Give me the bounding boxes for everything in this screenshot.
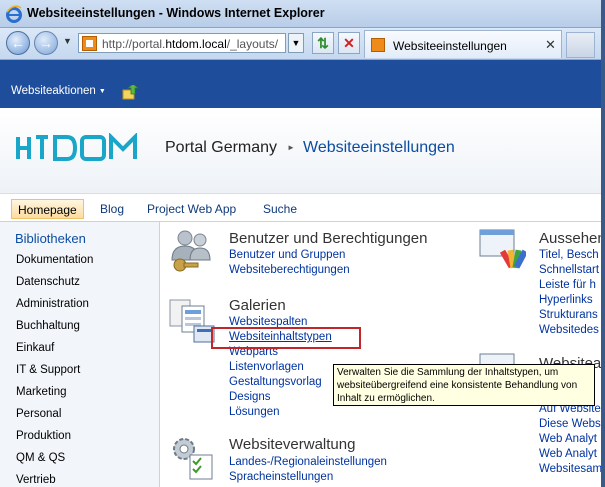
site-actions-menu[interactable]: Websiteaktionen ▼ xyxy=(11,85,106,97)
tab-homepage[interactable]: Homepage xyxy=(11,199,84,219)
quick-launch-item[interactable]: Einkauf xyxy=(16,342,54,354)
refresh-button[interactable]: ⇅ xyxy=(312,32,334,54)
back-arrow-icon: ← xyxy=(11,35,25,51)
site-favicon-icon xyxy=(82,36,97,51)
link-regional-settings[interactable]: Landes-/Regionaleinstellungen xyxy=(229,456,387,468)
stop-button[interactable]: ✕ xyxy=(338,32,360,54)
tab-favicon-icon xyxy=(371,38,385,52)
quick-launch-item[interactable]: Datenschutz xyxy=(16,276,80,288)
quick-launch-item[interactable]: Produktion xyxy=(16,430,71,442)
right-column: Aussehen Titel, Besch Schnellstart Leist… xyxy=(530,222,605,487)
quick-launch-item[interactable]: Personal xyxy=(16,408,61,420)
address-dropdown-button[interactable]: ▼ xyxy=(288,33,304,53)
quick-launch-item[interactable]: Marketing xyxy=(16,386,67,398)
back-button[interactable]: ← xyxy=(6,31,30,55)
link-tree-view[interactable]: Strukturans xyxy=(539,309,598,321)
top-navigation: Homepage Blog Project Web App Suche xyxy=(0,194,605,222)
link-site-theme[interactable]: Websitedes xyxy=(539,324,599,336)
link-title-description[interactable]: Titel, Besch xyxy=(539,249,599,261)
link-themes[interactable]: Designs xyxy=(229,391,271,403)
quick-launch-heading[interactable]: Bibliotheken xyxy=(15,231,86,246)
site-logo[interactable] xyxy=(15,133,150,163)
tab-blog[interactable]: Blog xyxy=(94,199,130,219)
site-administration-icon xyxy=(173,438,213,480)
link-master-pages[interactable]: Gestaltungsvorlag xyxy=(229,376,322,388)
forward-button[interactable]: → xyxy=(34,31,58,55)
sharepoint-ribbon-bar xyxy=(0,60,605,108)
breadcrumb-separator-icon: ► xyxy=(287,143,295,152)
new-tab-button[interactable] xyxy=(566,32,595,58)
chevron-down-icon: ▼ xyxy=(98,88,106,95)
galleries-icon xyxy=(169,299,215,343)
link-site-permissions[interactable]: Websiteberechtigungen xyxy=(229,264,350,276)
quick-launch-item[interactable]: IT & Support xyxy=(16,364,80,376)
link-site-action-3[interactable]: Web Analyt xyxy=(539,433,597,445)
users-permissions-icon xyxy=(171,230,211,272)
navigate-up-icon[interactable] xyxy=(122,85,139,100)
quick-launch-item[interactable]: QM & QS xyxy=(16,452,65,464)
tab-project-web-app[interactable]: Project Web App xyxy=(141,199,242,219)
quick-launch-item[interactable]: Administration xyxy=(16,298,89,310)
history-dropdown-icon[interactable]: ▼ xyxy=(63,36,72,46)
link-site-action-2[interactable]: Diese Websi xyxy=(539,418,603,430)
link-top-link-bar[interactable]: Leiste für h xyxy=(539,279,596,291)
link-quick-launch[interactable]: Schnellstart xyxy=(539,264,599,276)
breadcrumb-site-link[interactable]: Portal Germany xyxy=(165,139,277,157)
section-title-look-and-feel: Aussehen xyxy=(539,230,605,247)
highlight-box xyxy=(211,327,361,349)
link-site-action-5[interactable]: Websitesam xyxy=(539,463,602,475)
stop-icon: ✕ xyxy=(343,35,355,51)
section-title-users: Benutzer und Berechtigungen xyxy=(229,230,428,247)
tab-close-icon[interactable]: ✕ xyxy=(545,37,556,53)
window-title: Websiteeinstellungen - Windows Internet … xyxy=(27,6,325,20)
url-text: http://portal.htdom.local/_layouts/ xyxy=(102,37,279,51)
internet-explorer-icon xyxy=(6,5,22,23)
tab-search[interactable]: Suche xyxy=(257,199,303,219)
refresh-icon: ⇅ xyxy=(317,35,329,51)
tooltip: Verwalten Sie die Sammlung der Inhaltsty… xyxy=(333,364,595,406)
quick-launch-item[interactable]: Dokumentation xyxy=(16,254,93,266)
breadcrumb-current-page: Websiteeinstellungen xyxy=(303,139,455,156)
section-title-galleries: Galerien xyxy=(229,297,286,314)
link-solutions[interactable]: Lösungen xyxy=(229,406,280,418)
address-input[interactable]: http://portal.htdom.local/_layouts/ xyxy=(78,33,286,53)
link-users-groups[interactable]: Benutzer und Gruppen xyxy=(229,249,345,261)
window-border xyxy=(601,0,605,487)
section-title-site-admin: Websiteverwaltung xyxy=(229,436,356,453)
address-toolbar: ← → ▼ http://portal.htdom.local/_layouts… xyxy=(0,28,605,60)
link-site-action-4[interactable]: Web Analyt xyxy=(539,448,597,460)
tab-title: Websiteeinstellungen xyxy=(393,39,507,53)
window-titlebar: Websiteeinstellungen - Windows Internet … xyxy=(0,0,605,28)
forward-arrow-icon: → xyxy=(39,35,53,51)
link-hyperlinks[interactable]: Hyperlinks xyxy=(539,294,593,306)
link-list-templates[interactable]: Listenvorlagen xyxy=(229,361,304,373)
look-and-feel-icon xyxy=(479,229,526,269)
link-language-settings[interactable]: Spracheinstellungen xyxy=(229,471,333,483)
browser-tab[interactable]: Websiteeinstellungen ✕ xyxy=(364,30,562,58)
quick-launch-item[interactable]: Buchhaltung xyxy=(16,320,80,332)
quick-launch-item[interactable]: Vertrieb xyxy=(16,474,56,486)
